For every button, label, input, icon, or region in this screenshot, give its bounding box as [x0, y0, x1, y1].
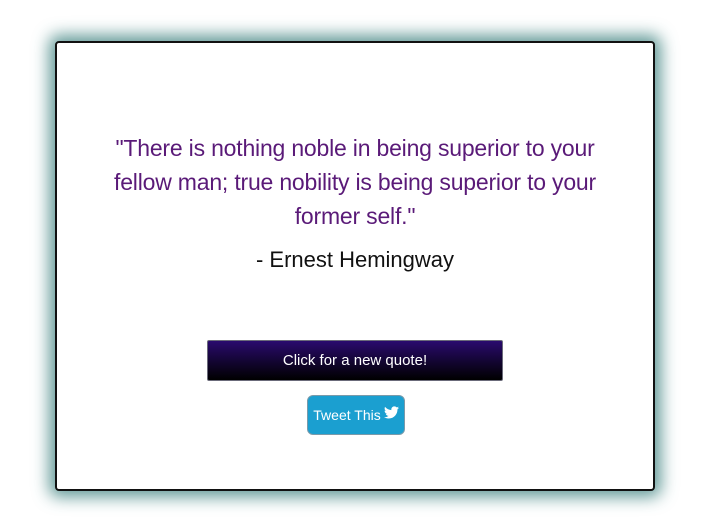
quote-text: "There is nothing noble in being superio… — [114, 135, 596, 229]
new-quote-button-label: Click for a new quote! — [282, 352, 428, 369]
tweet-button-label: Tweet This — [313, 407, 381, 423]
twitter-bird-icon — [383, 395, 399, 433]
tweet-button[interactable]: Tweet This — [307, 395, 405, 435]
new-quote-button[interactable]: Click for a new quote! — [207, 340, 503, 381]
quote-author: - Ernest Hemingway — [255, 247, 455, 272]
quote-card: "There is nothing noble in being superio… — [55, 41, 655, 491]
